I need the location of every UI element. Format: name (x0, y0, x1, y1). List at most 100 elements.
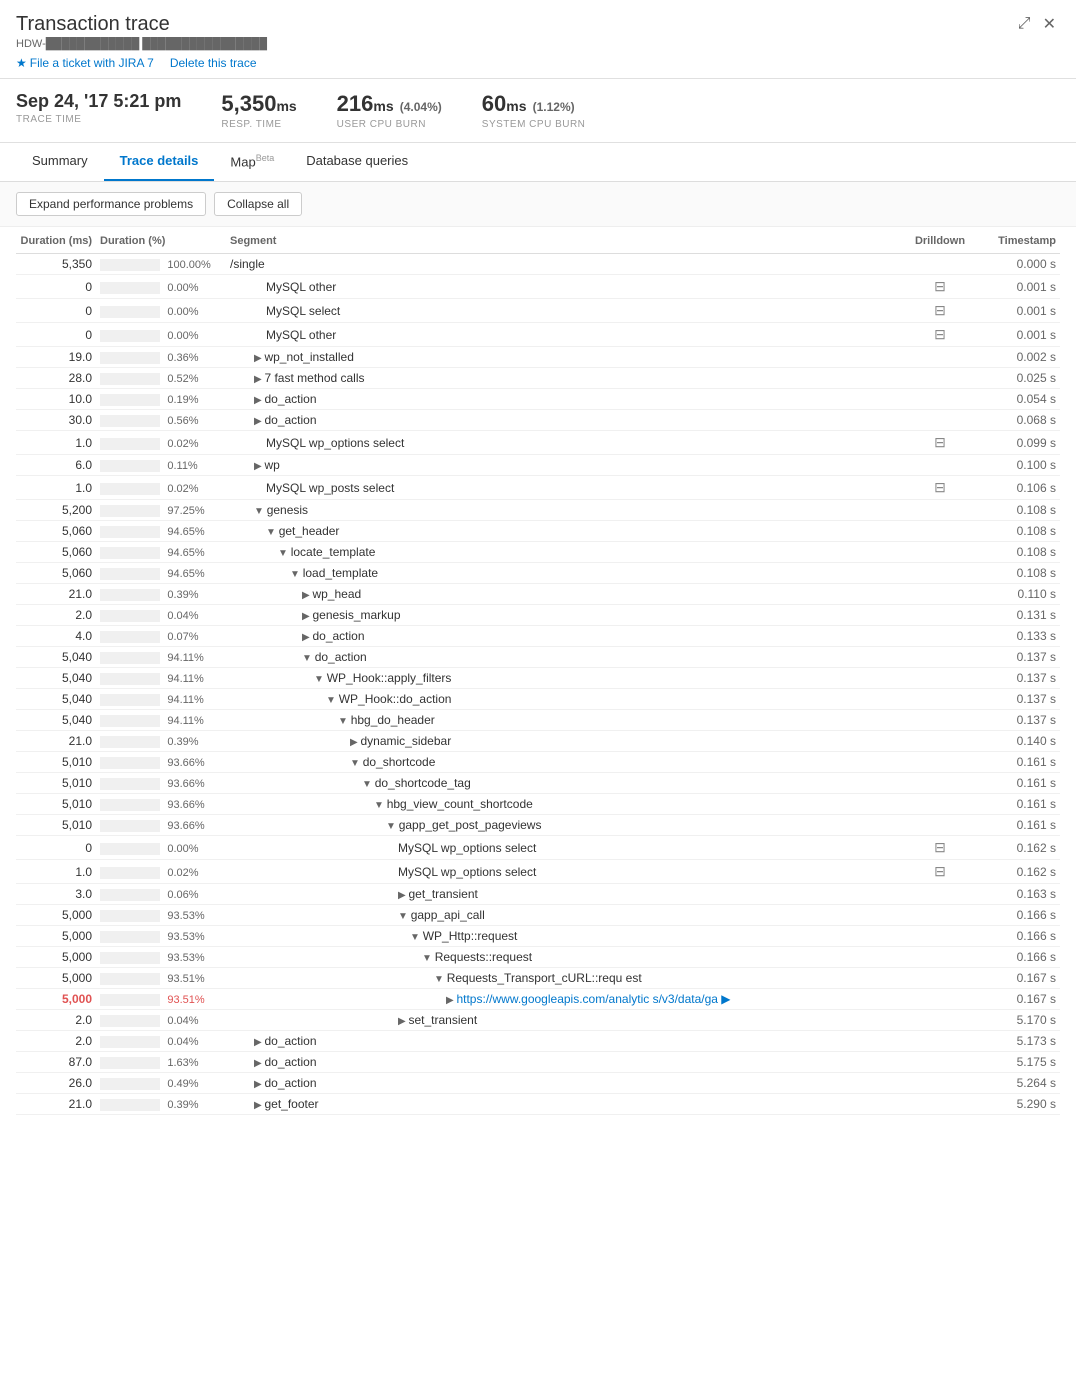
cell-segment[interactable]: ▼ do_action (226, 647, 900, 668)
database-icon[interactable]: ⊟ (934, 278, 946, 294)
cell-segment[interactable]: ▶ do_action (226, 1031, 900, 1052)
chevron-icon[interactable]: ▶ (254, 461, 264, 472)
collapse-all-btn[interactable]: Collapse all (214, 192, 302, 216)
chevron-icon[interactable]: ▼ (386, 821, 399, 832)
cell-segment[interactable]: ▶ dynamic_sidebar (226, 731, 900, 752)
cell-segment[interactable]: ▼ gapp_api_call (226, 905, 900, 926)
tab-trace-details[interactable]: Trace details (104, 143, 215, 181)
cell-drilldown (900, 884, 980, 905)
cell-segment[interactable]: ▶ wp_not_installed (226, 347, 900, 368)
tab-summary[interactable]: Summary (16, 143, 104, 181)
chevron-icon[interactable]: ▶ (398, 890, 408, 901)
bar-background (100, 631, 160, 643)
chevron-icon[interactable]: ▶ (302, 590, 312, 601)
trace-time-metric: Sep 24, '17 5:21 pm TRACE TIME (16, 91, 181, 130)
cell-segment[interactable]: ▶ set_transient (226, 1010, 900, 1031)
chevron-icon[interactable]: ▶ (254, 1058, 264, 1069)
chevron-icon[interactable]: ▶ (254, 353, 264, 364)
chevron-icon[interactable]: ▶ (254, 395, 264, 406)
chevron-icon[interactable]: ▼ (266, 527, 279, 538)
chevron-icon[interactable]: ▼ (278, 548, 291, 559)
chevron-icon[interactable]: ▼ (374, 800, 387, 811)
tab-map[interactable]: MapBeta (214, 143, 290, 181)
chevron-icon[interactable]: ▼ (434, 974, 447, 985)
chevron-icon[interactable]: ▶ (254, 1037, 264, 1048)
cell-segment[interactable]: ▼ Requests::request (226, 947, 900, 968)
bar-background (100, 568, 160, 580)
chevron-icon[interactable]: ▼ (398, 911, 411, 922)
cell-segment[interactable]: ▶ https://www.googleapis.com/analytic s/… (226, 989, 900, 1010)
cell-segment[interactable]: ▼ WP_Http::request (226, 926, 900, 947)
chevron-icon[interactable]: ▼ (302, 653, 315, 664)
chevron-icon[interactable]: ▼ (254, 506, 267, 517)
jira-link[interactable]: ★ File a ticket with JIRA 7 (16, 56, 154, 70)
cell-segment[interactable]: ▶ do_action (226, 410, 900, 431)
cell-drilldown[interactable]: ⊟ (900, 299, 980, 323)
cell-timestamp: 5.170 s (980, 1010, 1060, 1031)
cell-drilldown[interactable]: ⊟ (900, 476, 980, 500)
chevron-icon[interactable]: ▶ (446, 995, 456, 1006)
cell-segment[interactable]: ▼ WP_Hook::do_action (226, 689, 900, 710)
cell-segment[interactable]: ▶ genesis_markup (226, 605, 900, 626)
chevron-icon[interactable]: ▶ (254, 1100, 264, 1111)
database-icon[interactable]: ⊟ (934, 302, 946, 318)
cell-drilldown[interactable]: ⊟ (900, 860, 980, 884)
cell-segment[interactable]: ▼ hbg_do_header (226, 710, 900, 731)
cell-segment[interactable]: ▼ locate_template (226, 542, 900, 563)
cell-segment[interactable]: ▼ get_header (226, 521, 900, 542)
cell-segment[interactable]: ▶ get_footer (226, 1094, 900, 1115)
database-icon[interactable]: ⊟ (934, 863, 946, 879)
chevron-icon[interactable]: ▶ (254, 416, 264, 427)
chevron-icon[interactable]: ▼ (350, 758, 363, 769)
cell-segment[interactable]: ▶ do_action (226, 1052, 900, 1073)
chevron-icon[interactable]: ▶ (350, 737, 360, 748)
database-icon[interactable]: ⊟ (934, 479, 946, 495)
chevron-icon[interactable]: ▶ (302, 611, 312, 622)
chevron-icon[interactable]: ▼ (338, 716, 351, 727)
delete-link[interactable]: Delete this trace (170, 56, 257, 70)
expand-icon[interactable]: ⤢ (1014, 12, 1035, 36)
chevron-icon[interactable]: ▼ (362, 779, 375, 790)
chevron-icon[interactable]: ▶ (254, 1079, 264, 1090)
close-icon[interactable]: ✕ (1039, 12, 1060, 36)
database-icon[interactable]: ⊟ (934, 326, 946, 342)
chevron-icon[interactable]: ▼ (422, 953, 435, 964)
cell-duration-pct: 0.02% (167, 438, 198, 450)
tab-database-queries[interactable]: Database queries (290, 143, 424, 181)
table-row: 30.0 0.56% ▶ do_action0.068 s (16, 410, 1060, 431)
cell-segment[interactable]: ▼ WP_Hook::apply_filters (226, 668, 900, 689)
cell-timestamp: 0.166 s (980, 905, 1060, 926)
cell-segment[interactable]: ▶ do_action (226, 626, 900, 647)
cell-timestamp: 0.106 s (980, 476, 1060, 500)
cell-segment[interactable]: ▼ Requests_Transport_cURL::requ est (226, 968, 900, 989)
cell-segment[interactable]: ▶ wp_head (226, 584, 900, 605)
cell-segment[interactable]: ▼ genesis (226, 500, 900, 521)
cell-drilldown[interactable]: ⊟ (900, 431, 980, 455)
cell-segment[interactable]: ▼ gapp_get_post_pageviews (226, 815, 900, 836)
cell-drilldown[interactable]: ⊟ (900, 836, 980, 860)
chevron-icon[interactable]: ▶ (254, 374, 264, 385)
chevron-icon[interactable]: ▶ (302, 632, 312, 643)
database-icon[interactable]: ⊟ (934, 434, 946, 450)
cell-drilldown[interactable]: ⊟ (900, 275, 980, 299)
bar-background (100, 352, 160, 364)
chevron-icon[interactable]: ▼ (326, 695, 339, 706)
cell-segment[interactable]: ▶ wp (226, 455, 900, 476)
cell-segment[interactable]: ▶ do_action (226, 389, 900, 410)
cell-segment[interactable]: ▶ do_action (226, 1073, 900, 1094)
cell-segment[interactable]: ▼ do_shortcode (226, 752, 900, 773)
database-icon[interactable]: ⊟ (934, 839, 946, 855)
segment-label: /single (230, 257, 265, 271)
cell-segment[interactable]: ▼ do_shortcode_tag (226, 773, 900, 794)
chevron-icon[interactable]: ▼ (290, 569, 303, 580)
chevron-icon[interactable]: ▼ (314, 674, 327, 685)
cell-segment[interactable]: ▼ load_template (226, 563, 900, 584)
cell-segment[interactable]: ▶ 7 fast method calls (226, 368, 900, 389)
cell-segment[interactable]: ▶ get_transient (226, 884, 900, 905)
chevron-icon[interactable]: ▼ (410, 932, 423, 943)
cell-segment[interactable]: ▼ hbg_view_count_shortcode (226, 794, 900, 815)
expand-performance-btn[interactable]: Expand performance problems (16, 192, 206, 216)
cell-drilldown[interactable]: ⊟ (900, 323, 980, 347)
cell-duration-bar: 0.02% (96, 431, 226, 455)
chevron-icon[interactable]: ▶ (398, 1016, 408, 1027)
